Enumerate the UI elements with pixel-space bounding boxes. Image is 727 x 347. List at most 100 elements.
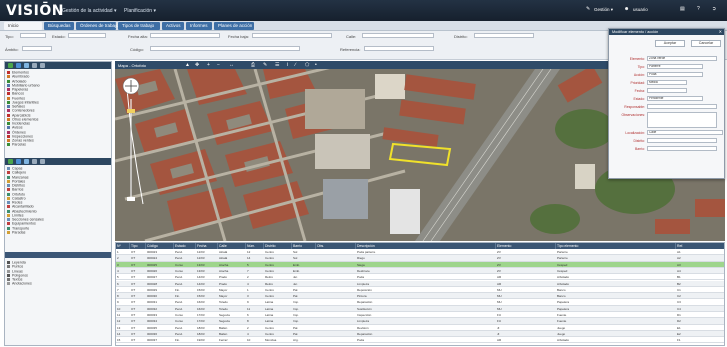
table-cell: OT xyxy=(131,262,136,267)
table-cell xyxy=(316,331,356,337)
edit-field-input[interactable] xyxy=(647,146,717,151)
table-cell: 15/03 xyxy=(197,287,205,292)
tab-inicio[interactable]: Inicio xyxy=(4,22,42,30)
table-cell: Retiro xyxy=(265,275,274,280)
edit-field-input[interactable]: Zona verde xyxy=(647,56,717,61)
collapse-icon[interactable] xyxy=(40,159,45,164)
refresh-icon[interactable] xyxy=(16,63,21,68)
layer-swatch-icon xyxy=(7,122,10,125)
table-cell: Prado xyxy=(219,281,228,286)
edit-field-label: Responsable: xyxy=(624,104,645,109)
table-cell xyxy=(316,325,356,331)
table-cell: Parterre xyxy=(557,250,568,254)
filter-status-input[interactable] xyxy=(68,33,106,38)
tab-ordenes[interactable]: Órdenes de trabajo xyxy=(76,22,119,30)
polygon-icon[interactable]: ⬠ xyxy=(305,62,309,68)
layers-tree-elements: Elementos Alumbrado Arbolado Mobiliario urb… xyxy=(7,71,40,148)
edit-field-input[interactable]: Parterre xyxy=(647,64,703,69)
layer-swatch-icon xyxy=(7,167,10,170)
table-cell: 14 xyxy=(247,256,251,261)
edit-field-label: Estado: xyxy=(633,96,646,101)
layer-item[interactable]: Parcelas xyxy=(7,143,40,147)
tab-activos[interactable]: Activos xyxy=(162,22,184,30)
table-cell: OT xyxy=(131,325,136,330)
filter-icon[interactable] xyxy=(24,63,29,68)
tab-informes[interactable]: Informes xyxy=(186,22,212,30)
edit-field-input[interactable] xyxy=(647,88,687,93)
filter-icon[interactable] xyxy=(24,159,29,164)
collapse-icon[interactable] xyxy=(40,63,45,68)
layer-swatch-icon xyxy=(7,261,10,264)
map-layer-item[interactable]: Paradas xyxy=(7,230,44,235)
zoom-slider-handle[interactable] xyxy=(127,109,135,113)
layer-swatch-icon xyxy=(7,273,10,277)
layer-swatch-icon xyxy=(7,113,10,117)
filter-code-input[interactable] xyxy=(150,46,300,51)
legend-label: Anotaciones xyxy=(12,281,32,286)
filter-scope-input[interactable] xyxy=(22,46,52,51)
draw-icon[interactable]: ✎ xyxy=(263,62,267,68)
notes-icon[interactable]: ▤ xyxy=(680,6,685,12)
refresh-icon[interactable] xyxy=(16,159,21,164)
zoom-out-icon[interactable]: − xyxy=(217,62,220,68)
legend-item[interactable]: Anotaciones xyxy=(7,282,32,286)
table-cell: 000026 xyxy=(147,268,158,273)
filter-date-from-input[interactable] xyxy=(150,33,220,38)
filter-district-input[interactable] xyxy=(474,33,534,38)
table-cell: 12 xyxy=(117,319,121,324)
table-cell: Césped xyxy=(557,268,568,273)
table-cell: Parterre xyxy=(557,256,568,261)
measure-icon[interactable]: ↔ xyxy=(229,62,234,68)
point-icon[interactable]: • xyxy=(315,62,317,68)
edit-field-input[interactable] xyxy=(647,104,717,109)
user-menu[interactable]: Gestión ▾ xyxy=(594,7,613,13)
edit-field-input[interactable]: Calle xyxy=(647,130,723,135)
filter-ref-input[interactable] xyxy=(364,46,434,51)
table-cell: Atocha xyxy=(219,268,229,273)
settings-icon[interactable] xyxy=(32,159,37,164)
edit-field-input[interactable] xyxy=(647,112,717,128)
filter-label: Referencia: xyxy=(340,47,361,52)
select-icon[interactable]: ▲ xyxy=(185,62,190,68)
wrench-icon[interactable]: ✎ xyxy=(586,6,590,12)
layer-swatch-icon xyxy=(7,226,10,230)
zoom-in-icon[interactable]: + xyxy=(207,62,210,68)
table-cell: AR xyxy=(497,281,502,286)
add-icon[interactable] xyxy=(8,159,13,164)
menu-planning[interactable]: Planificación ▾ xyxy=(124,8,156,14)
filter-date-to-input[interactable] xyxy=(252,33,332,38)
filter-street-input[interactable] xyxy=(362,33,434,38)
tab-tipos[interactable]: Tipos de trabajo xyxy=(118,22,160,30)
edit-field-input[interactable]: Poda xyxy=(647,72,703,77)
settings-icon[interactable] xyxy=(32,63,37,68)
edit-field-input[interactable]: Pendiente xyxy=(647,96,703,101)
line-icon[interactable]: ∕ xyxy=(295,62,296,68)
cancel-button[interactable]: Cancelar xyxy=(691,40,721,47)
tab-busquedas[interactable]: Búsquedas xyxy=(44,22,74,30)
table-cell: A1 xyxy=(677,250,681,254)
layer-swatch-icon xyxy=(7,201,10,204)
logout-icon[interactable]: ➲ xyxy=(712,6,716,12)
table-cell: 17/03 xyxy=(197,319,205,324)
table-cell: OT xyxy=(131,338,136,343)
print-icon[interactable]: ⎙ xyxy=(251,62,255,68)
layer-swatch-icon xyxy=(7,75,10,79)
table-cell: Toledo xyxy=(219,300,228,305)
table-row[interactable]: 15 OT 000037 Fin. 19/03 Ferraz 10 Moncloa Arg. Po… xyxy=(116,337,724,344)
menu-activity[interactable]: Gestión de la actividad ▾ xyxy=(62,8,117,14)
layer-swatch-icon xyxy=(7,269,10,273)
accept-button[interactable]: Aceptar xyxy=(655,40,685,47)
table-cell: Poda xyxy=(357,275,365,280)
edit-field-input[interactable] xyxy=(647,138,717,143)
tab-planes[interactable]: Planes de acción xyxy=(214,22,254,30)
pan-icon[interactable]: ✥ xyxy=(195,62,199,68)
table-cell: Mayor xyxy=(219,287,228,292)
table-cell: Poda parterre xyxy=(357,250,376,254)
help-icon[interactable]: ? xyxy=(697,6,700,12)
info-icon[interactable]: i xyxy=(287,62,288,68)
add-icon[interactable] xyxy=(8,63,13,68)
close-icon[interactable]: ✕ xyxy=(719,29,722,35)
layers-icon[interactable]: ☰ xyxy=(275,62,279,68)
filter-type-input[interactable] xyxy=(20,33,46,38)
edit-field-input[interactable]: Media xyxy=(647,80,687,85)
